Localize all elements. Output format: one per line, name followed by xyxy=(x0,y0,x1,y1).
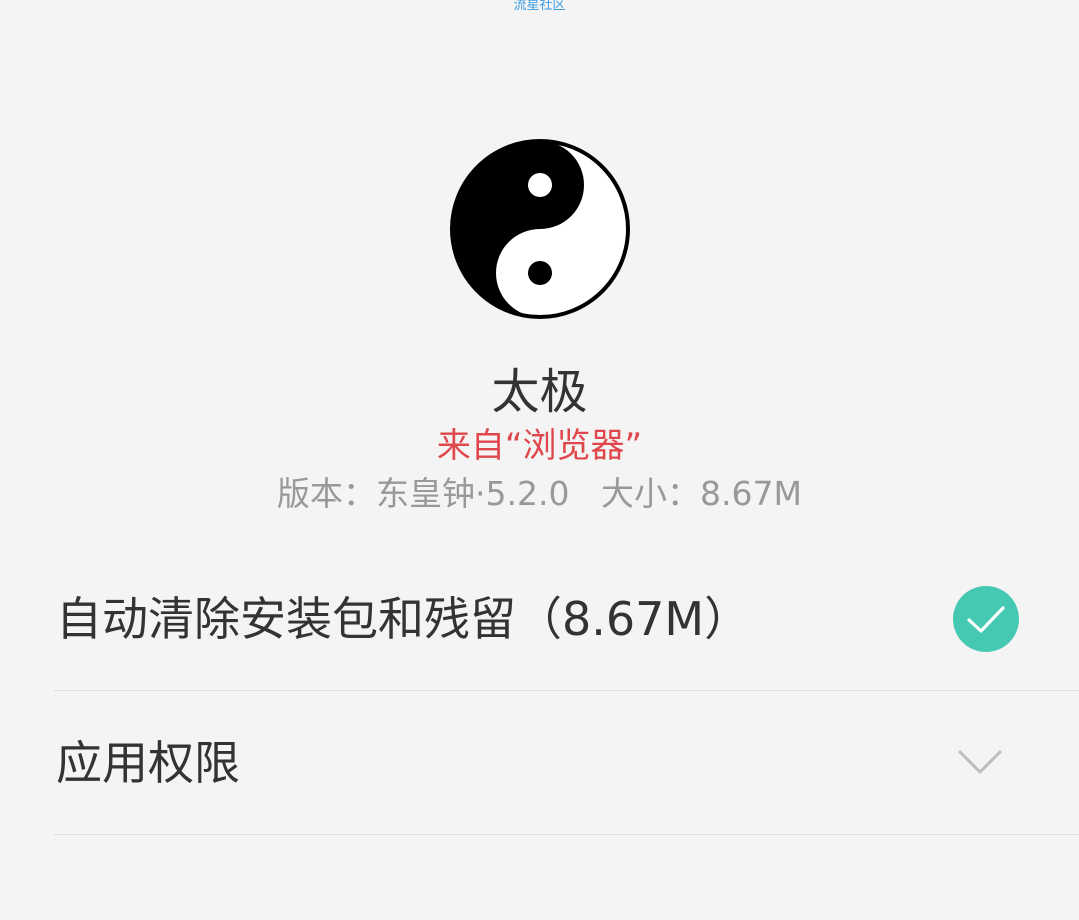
check-circle-icon[interactable] xyxy=(953,586,1019,652)
watermark-text: 流星社区 xyxy=(513,0,566,13)
auto-cleanup-row[interactable]: 自动清除安装包和残留（8.67M） xyxy=(54,547,1079,691)
top-partial-title xyxy=(58,0,73,10)
chevron-down-icon[interactable] xyxy=(958,748,1002,776)
app-permissions-label: 应用权限 xyxy=(56,736,240,790)
meta-spacer xyxy=(570,474,601,513)
app-version: 版本：东皇钟·5.2.0 xyxy=(277,474,570,513)
app-name: 太极 xyxy=(491,364,588,420)
app-source: 来自“浏览器” xyxy=(436,426,643,466)
app-permissions-row[interactable]: 应用权限 xyxy=(54,691,1079,835)
taiji-yin-yang-icon xyxy=(449,138,631,320)
app-meta: 版本：东皇钟·5.2.0 大小：8.67M xyxy=(0,472,1079,516)
auto-cleanup-label: 自动清除安装包和残留（8.67M） xyxy=(56,592,751,646)
app-size: 大小：8.67M xyxy=(601,474,802,513)
